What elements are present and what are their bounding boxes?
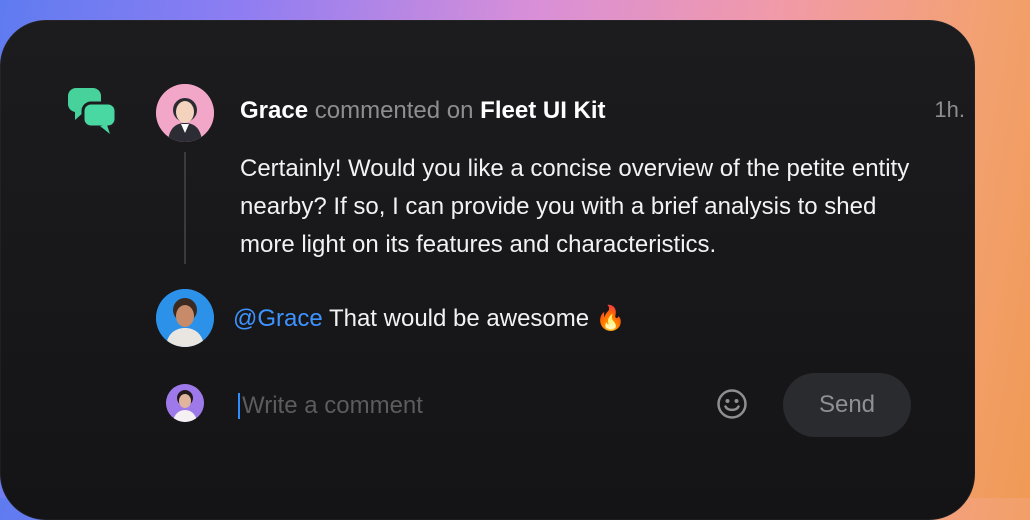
comment-time: 1h. — [934, 97, 965, 122]
comment-card — [0, 20, 975, 520]
reply-text: That would be awesome 🔥 — [328, 305, 626, 332]
reply-avatar[interactable] — [156, 289, 214, 347]
current-user-avatar — [166, 384, 204, 422]
send-button[interactable]: Send — [783, 373, 911, 437]
comment-author[interactable]: Grace — [240, 97, 308, 124]
reply-mention[interactable]: @Grace — [233, 305, 323, 332]
comment-action: commented on — [314, 97, 474, 124]
comment-input-placeholder: Write a comment — [242, 392, 423, 419]
comment-header: Grace commented on Fleet UI Kit — [240, 96, 606, 126]
reply-message: @Grace That would be awesome 🔥 — [233, 303, 626, 335]
thread-line — [184, 152, 186, 264]
emoji-icon[interactable] — [716, 388, 748, 420]
comment-body: Certainly! Would you like a concise over… — [240, 155, 910, 258]
text-cursor — [238, 393, 240, 419]
comment-target[interactable]: Fleet UI Kit — [480, 97, 605, 124]
chat-bubbles-icon — [68, 88, 118, 134]
grace-avatar[interactable] — [156, 84, 214, 142]
comment-input[interactable]: Write a comment — [238, 389, 678, 423]
